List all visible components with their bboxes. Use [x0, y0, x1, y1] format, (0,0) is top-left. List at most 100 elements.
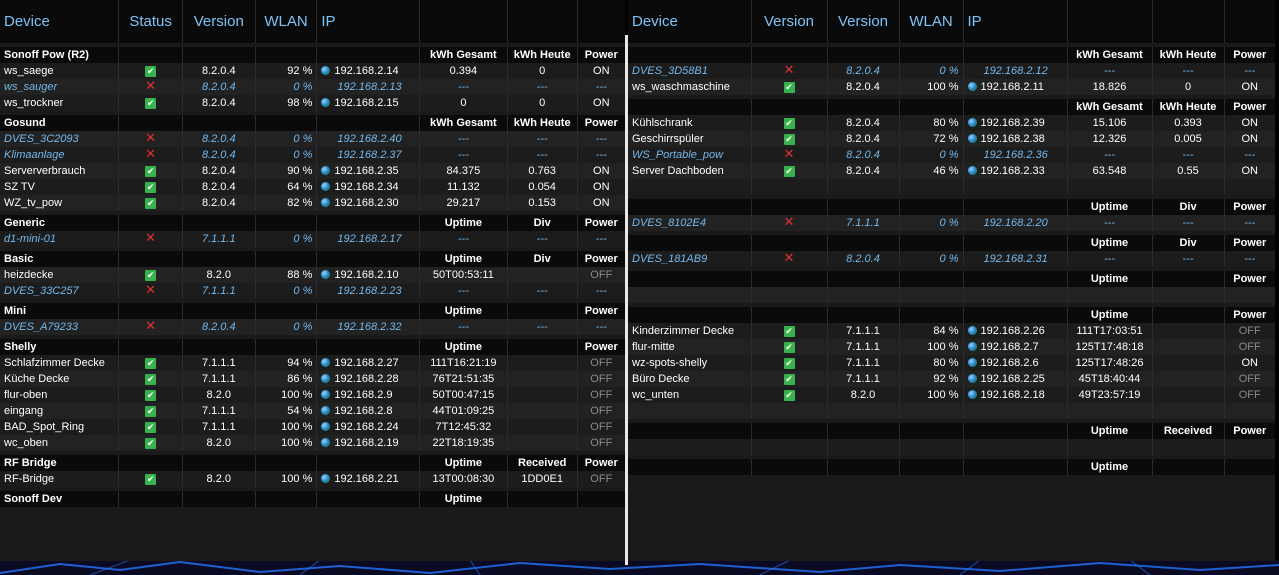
- ip-address[interactable]: 192.168.2.12: [984, 65, 1048, 77]
- device-row[interactable]: ws_trockner ✔ 8.2.0.4 98 % 192.168.2.15 0 0 ON: [0, 95, 625, 111]
- device-name[interactable]: wz-spots-shelly: [628, 355, 751, 371]
- power-state[interactable]: OFF: [576, 403, 625, 419]
- device-name[interactable]: WS_Portable_pow: [628, 147, 751, 163]
- device-name[interactable]: Server Dachboden: [628, 163, 751, 179]
- device-name[interactable]: DVES_8102E4: [628, 215, 751, 231]
- ip-address[interactable]: 192.168.2.15: [334, 97, 398, 109]
- device-row[interactable]: heizdecke ✔ 8.2.0 88 % 192.168.2.10 50T00:53:…: [0, 267, 625, 283]
- power-state[interactable]: ON: [1223, 355, 1275, 371]
- ip-address[interactable]: 192.168.2.20: [984, 217, 1048, 229]
- ip-address[interactable]: 192.168.2.33: [981, 165, 1045, 177]
- ip-cell[interactable]: 192.168.2.38: [962, 131, 1067, 147]
- ip-cell[interactable]: 192.168.2.7: [962, 339, 1067, 355]
- device-name[interactable]: Kinderzimmer Decke: [628, 323, 751, 339]
- device-row[interactable]: Geschirrspüler ✔ 8.2.0.4 72 % 192.168.2.38 12…: [628, 131, 1275, 147]
- power-state[interactable]: ---: [1223, 215, 1275, 231]
- ip-cell[interactable]: 192.168.2.36: [962, 147, 1067, 163]
- ip-address[interactable]: 192.168.2.26: [981, 325, 1045, 337]
- ip-cell[interactable]: 192.168.2.34: [316, 179, 420, 195]
- device-name[interactable]: heizdecke: [0, 267, 119, 283]
- ip-address[interactable]: 192.168.2.28: [334, 373, 398, 385]
- device-row[interactable]: wc_unten ✔ 8.2.0 100 % 192.168.2.18 49T23:57:…: [628, 387, 1275, 403]
- ip-address[interactable]: 192.168.2.10: [334, 269, 398, 281]
- ip-cell[interactable]: 192.168.2.28: [316, 371, 420, 387]
- device-name[interactable]: DVES_A79233: [0, 319, 119, 335]
- device-name[interactable]: BAD_Spot_Ring: [0, 419, 119, 435]
- power-state[interactable]: ---: [1223, 63, 1275, 79]
- ip-cell[interactable]: 192.168.2.32: [316, 319, 420, 335]
- device-name[interactable]: Kühlschrank: [628, 115, 751, 131]
- device-row[interactable]: DVES_3C2093 ✕ 8.2.0.4 0 % 192.168.2.40 --- ---…: [0, 131, 625, 147]
- power-state[interactable]: ON: [576, 163, 625, 179]
- ip-address[interactable]: 192.168.2.35: [334, 165, 398, 177]
- ip-cell[interactable]: 192.168.2.15: [316, 95, 420, 111]
- device-name[interactable]: wc_unten: [628, 387, 751, 403]
- ip-cell[interactable]: 192.168.2.14: [316, 63, 420, 79]
- ip-cell[interactable]: 192.168.2.39: [962, 115, 1067, 131]
- ip-address[interactable]: 192.168.2.14: [334, 65, 398, 77]
- power-state[interactable]: ON: [576, 95, 625, 111]
- power-state[interactable]: OFF: [576, 267, 625, 283]
- power-state[interactable]: ---: [1223, 147, 1275, 163]
- device-row[interactable]: Serververbrauch ✔ 8.2.0.4 90 % 192.168.2.35 8…: [0, 163, 625, 179]
- ip-address[interactable]: 192.168.2.9: [334, 389, 392, 401]
- ip-address[interactable]: 192.168.2.30: [334, 197, 398, 209]
- device-name[interactable]: Schlafzimmer Decke: [0, 355, 119, 371]
- device-row[interactable]: Büro Decke ✔ 7.1.1.1 92 % 192.168.2.25 45T18:…: [628, 371, 1275, 387]
- ip-cell[interactable]: 192.168.2.18: [962, 387, 1067, 403]
- ip-cell[interactable]: 192.168.2.10: [316, 267, 420, 283]
- ip-address[interactable]: 192.168.2.21: [334, 473, 398, 485]
- ip-address[interactable]: 192.168.2.18: [981, 389, 1045, 401]
- ip-address[interactable]: 192.168.2.40: [337, 133, 401, 145]
- device-name[interactable]: Küche Decke: [0, 371, 119, 387]
- ip-address[interactable]: 192.168.2.6: [981, 357, 1039, 369]
- power-state[interactable]: OFF: [1223, 339, 1275, 355]
- device-row[interactable]: BAD_Spot_Ring ✔ 7.1.1.1 100 % 192.168.2.24 7T…: [0, 419, 625, 435]
- device-name[interactable]: eingang: [0, 403, 119, 419]
- ip-address[interactable]: 192.168.2.24: [334, 421, 398, 433]
- ip-cell[interactable]: 192.168.2.26: [962, 323, 1067, 339]
- power-state[interactable]: ON: [1223, 115, 1275, 131]
- ip-cell[interactable]: 192.168.2.20: [962, 215, 1067, 231]
- device-row[interactable]: Server Dachboden ✔ 8.2.0.4 46 % 192.168.2.33…: [628, 163, 1275, 179]
- ip-address[interactable]: 192.168.2.38: [981, 133, 1045, 145]
- power-state[interactable]: OFF: [576, 371, 625, 387]
- power-state[interactable]: ---: [1223, 251, 1275, 267]
- ip-address[interactable]: 192.168.2.37: [337, 149, 401, 161]
- device-row[interactable]: RF-Bridge ✔ 8.2.0 100 % 192.168.2.21 13T00:08…: [0, 471, 625, 487]
- ip-cell[interactable]: 192.168.2.33: [962, 163, 1067, 179]
- device-row[interactable]: Kinderzimmer Decke ✔ 7.1.1.1 84 % 192.168.2.…: [628, 323, 1275, 339]
- ip-cell[interactable]: 192.168.2.30: [316, 195, 420, 211]
- power-state[interactable]: ---: [576, 319, 625, 335]
- power-state[interactable]: ---: [576, 131, 625, 147]
- device-row[interactable]: wz-spots-shelly ✔ 7.1.1.1 80 % 192.168.2.6 12…: [628, 355, 1275, 371]
- ip-cell[interactable]: 192.168.2.6: [962, 355, 1067, 371]
- ip-address[interactable]: 192.168.2.25: [981, 373, 1045, 385]
- device-row[interactable]: wc_oben ✔ 8.2.0 100 % 192.168.2.19 22T18:19:3…: [0, 435, 625, 451]
- power-state[interactable]: OFF: [576, 435, 625, 451]
- ip-address[interactable]: 192.168.2.7: [981, 341, 1039, 353]
- device-row[interactable]: DVES_33C257 ✕ 7.1.1.1 0 % 192.168.2.23 --- ---…: [0, 283, 625, 299]
- ip-address[interactable]: 192.168.2.17: [337, 233, 401, 245]
- device-row[interactable]: flur-oben ✔ 8.2.0 100 % 192.168.2.9 50T00:47:…: [0, 387, 625, 403]
- device-row[interactable]: WS_Portable_pow ✕ 8.2.0.4 0 % 192.168.2.36 --…: [628, 147, 1275, 163]
- ip-cell[interactable]: 192.168.2.19: [316, 435, 420, 451]
- device-name[interactable]: flur-oben: [0, 387, 119, 403]
- device-row[interactable]: flur-mitte ✔ 7.1.1.1 100 % 192.168.2.7 125T17…: [628, 339, 1275, 355]
- ip-cell[interactable]: 192.168.2.11: [962, 79, 1067, 95]
- power-state[interactable]: OFF: [576, 419, 625, 435]
- device-name[interactable]: ws_trockner: [0, 95, 119, 111]
- ip-address[interactable]: 192.168.2.32: [337, 321, 401, 333]
- ip-cell[interactable]: 192.168.2.27: [316, 355, 420, 371]
- ip-address[interactable]: 192.168.2.13: [337, 81, 401, 93]
- device-row[interactable]: DVES_181AB9 ✕ 8.2.0.4 0 % 192.168.2.31 --- ---…: [628, 251, 1275, 267]
- power-state[interactable]: ---: [576, 147, 625, 163]
- ip-address[interactable]: 192.168.2.36: [984, 149, 1048, 161]
- power-state[interactable]: OFF: [576, 387, 625, 403]
- ip-cell[interactable]: 192.168.2.25: [962, 371, 1067, 387]
- device-name[interactable]: ws_waschmaschine: [628, 79, 751, 95]
- device-row[interactable]: Schlafzimmer Decke ✔ 7.1.1.1 94 % 192.168.2.…: [0, 355, 625, 371]
- device-name[interactable]: flur-mitte: [628, 339, 751, 355]
- ip-cell[interactable]: 192.168.2.8: [316, 403, 420, 419]
- ip-cell[interactable]: 192.168.2.24: [316, 419, 420, 435]
